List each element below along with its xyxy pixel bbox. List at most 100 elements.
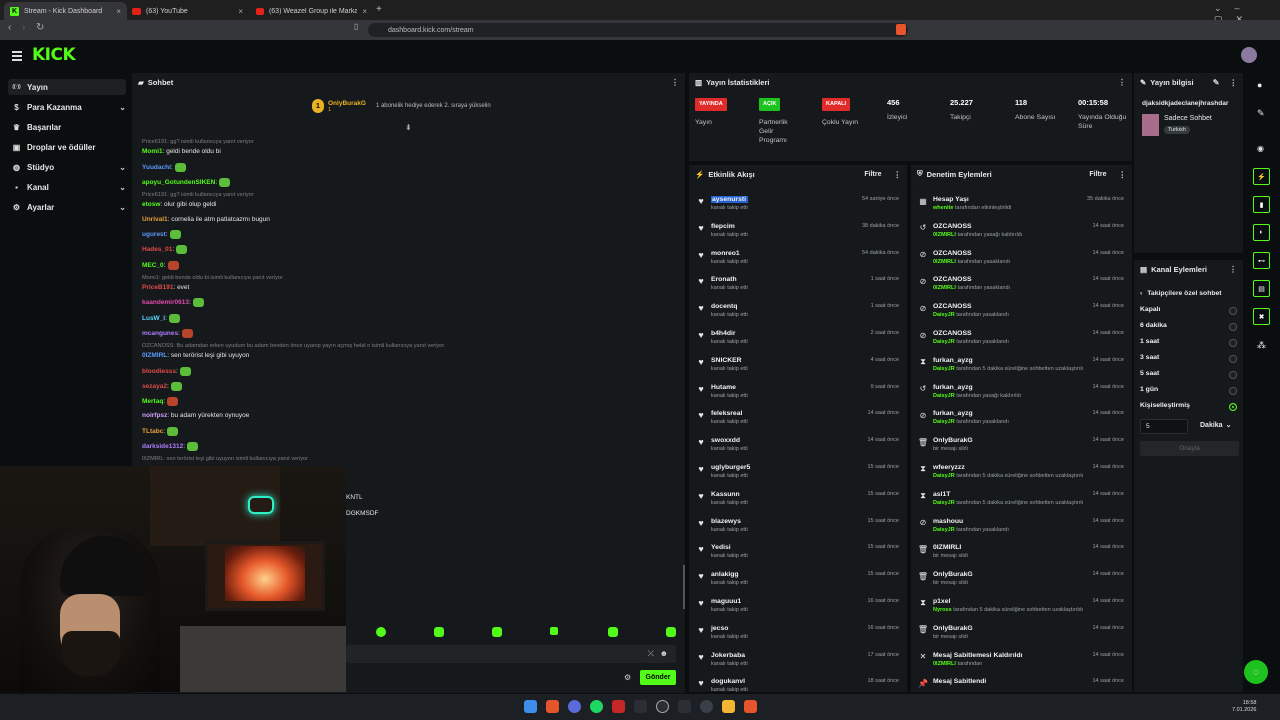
activity-row[interactable]: ♥ Kassunn kanalı takip etti 15 saat önce [693, 485, 905, 511]
activity-row[interactable]: ♥ blazewys kanalı takip etti 15 saat önce [693, 512, 905, 538]
browser-tab-youtube-2[interactable]: (63) Weazel Group ile Markanızı Zirve × [250, 2, 373, 20]
confirm-button[interactable]: Onayla [1140, 441, 1239, 456]
back-icon[interactable]: ‹ [8, 22, 11, 33]
emote-icon[interactable] [666, 627, 676, 637]
sidebar-item-6[interactable]: ⚙ Ayarlar ⌄ [8, 199, 126, 215]
reload-icon[interactable]: ↻ [36, 22, 44, 33]
brave-window-icon[interactable] [744, 700, 757, 713]
followers-option-radio[interactable] [1229, 355, 1237, 363]
more-icon[interactable]: ⋮ [1119, 170, 1127, 179]
chat-username[interactable]: Hades_01 [142, 246, 172, 253]
moderation-row[interactable]: ▦ Hesap Yaşı whenite tarafından etkinleşti… [915, 190, 1130, 216]
rail-card-icon[interactable]: ▤ [1253, 280, 1270, 297]
moderation-row[interactable]: ⊘ furkan_ayzg DaisyJR tarafından yasakland… [915, 404, 1130, 430]
moderation-row[interactable]: 🗑 OnlyBurakG bir mesajı sildi 14 saat önce [915, 565, 1130, 591]
info-icon[interactable]: ● [1257, 80, 1262, 90]
close-tab-icon[interactable]: × [362, 7, 367, 16]
activity-username[interactable]: Hutame [711, 384, 748, 391]
mention-icon[interactable]: ⤫ [648, 649, 654, 659]
moderation-target[interactable]: furkan_ayzg [933, 384, 1021, 391]
apps-icon[interactable]: ⁂ [1257, 340, 1266, 351]
moderation-target[interactable]: wfeeryzzz [933, 464, 1083, 471]
activity-username[interactable]: dogukanvl [711, 678, 748, 685]
chat-username[interactable]: bloodiesss [142, 368, 176, 375]
settings-app-icon[interactable] [678, 700, 691, 713]
close-tab-icon[interactable]: × [238, 7, 243, 16]
activity-username[interactable]: maguuu1 [711, 598, 748, 605]
followers-option-radio[interactable] [1229, 339, 1237, 347]
unit-select[interactable]: Dakika ⌄ [1200, 421, 1231, 430]
moderation-row[interactable]: ⊘ OZCANOSS DaisyJR tarafından yasaklandı 14… [915, 324, 1130, 350]
moderation-target[interactable]: OnlyBurakG [933, 571, 973, 578]
send-button[interactable]: Gönder [640, 670, 676, 685]
activity-username[interactable]: b4h4dir [711, 330, 748, 337]
more-icon[interactable]: ⋮ [1229, 265, 1237, 274]
chat-username[interactable]: darkside1312 [142, 443, 183, 450]
moderation-target[interactable]: asl1T [933, 491, 1083, 498]
followers-option-radio[interactable] [1229, 307, 1237, 315]
new-tab-icon[interactable]: + [376, 4, 382, 15]
chat-username[interactable]: apoyu_GotundenSIKEN [142, 179, 215, 186]
close-tab-icon[interactable]: × [116, 7, 121, 16]
brave-app-icon[interactable] [546, 700, 559, 713]
moderation-target[interactable]: OZCANOSS [933, 250, 1010, 257]
play-app-icon[interactable] [634, 700, 647, 713]
pencil-icon[interactable]: ✎ [1257, 108, 1265, 119]
activity-username[interactable]: Yedisi [711, 544, 748, 551]
activity-row[interactable]: ♥ docentq kanalı takip etti 1 saat önce [693, 297, 905, 323]
moderation-row[interactable]: 🗑 OnlyBurakG bir mesajı sildi 14 saat önce [915, 619, 1130, 645]
activity-row[interactable]: ♥ dogukanvl kanalı takip etti 18 saat önce [693, 672, 905, 698]
activity-row[interactable]: ♥ feleksreal kanalı takip etti 14 saat önce [693, 404, 905, 430]
moderation-target[interactable]: Mesaj Sabitlemesi Kaldırıldı [933, 652, 1023, 659]
moderation-row[interactable]: ⊘ OZCANOSS DaisyJR tarafından yasaklandı 14… [915, 297, 1130, 323]
system-clock[interactable]: 18:58 7.01.2026 [1232, 700, 1256, 714]
moderation-target[interactable]: OZCANOSS [933, 223, 1022, 230]
kick-logo[interactable]: KICK [32, 45, 76, 65]
record-icon[interactable]: ◉ [1257, 144, 1264, 153]
moderation-row[interactable]: 📌 Mesaj Sabitlendi 14 saat önce [915, 672, 1130, 698]
activity-username[interactable]: jecso [711, 625, 748, 632]
emote-icon[interactable] [550, 627, 558, 635]
activity-row[interactable]: ♥ jecso kanalı takip etti 16 saat önce [693, 619, 905, 645]
activity-username[interactable]: Jokerbaba [711, 652, 748, 659]
chat-username[interactable]: Unrival1 [142, 216, 168, 223]
moderation-row[interactable]: ⊘ mashouu DaisyJR tarafından yasaklandı 14 … [915, 512, 1130, 538]
bookmark-icon[interactable]: ▯ [354, 22, 358, 31]
emote-icon[interactable] [376, 627, 386, 637]
followers-option-radio[interactable] [1229, 371, 1237, 379]
moderation-target[interactable]: Hesap Yaşı [933, 196, 1011, 203]
more-icon[interactable]: ⋮ [894, 170, 902, 179]
moderation-filter-button[interactable]: Filtre [1089, 171, 1106, 178]
moderation-row[interactable]: ⊘ OZCANOSS 0IZMIRLI tarafından yasaklandı 1… [915, 244, 1130, 270]
moderation-target[interactable]: 0IZMIRLI [933, 544, 968, 551]
avatar[interactable] [1241, 47, 1257, 63]
chat-username[interactable]: TLtabc [142, 428, 163, 435]
sidebar-item-2[interactable]: ♛ Başarılar [8, 119, 126, 135]
chat-input[interactable]: ⤫ ☻ [346, 645, 676, 663]
activity-row[interactable]: ♥ anlakigg kanalı takip etti 15 saat önce [693, 565, 905, 591]
moderation-target[interactable]: furkan_ayzg [933, 357, 1083, 364]
moderation-target[interactable]: mashouu [933, 518, 1009, 525]
activity-username[interactable]: Kassunn [711, 491, 748, 498]
rail-bolt-icon[interactable]: ⚡ [1253, 168, 1270, 185]
activity-row[interactable]: ♥ Yedisi kanalı takip etti 15 saat önce [693, 538, 905, 564]
moderation-row[interactable]: ⧗ asl1T DaisyJR tarafından 5 dakika süreli… [915, 485, 1130, 511]
chat-username[interactable]: mcangunes [142, 330, 178, 337]
activity-row[interactable]: ♥ aysenursti kanalı takip etti 54 saniye ön… [693, 190, 905, 216]
moderation-target[interactable]: OZCANOSS [933, 276, 1010, 283]
moderation-row[interactable]: ⊘ OZCANOSS 0IZMIRLI tarafından yasaklandı 1… [915, 270, 1130, 296]
url-field[interactable]: dashboard.kick.com/stream [368, 23, 908, 37]
chat-username[interactable]: ugurest [142, 231, 166, 238]
chat-username[interactable]: MEC_0 [142, 262, 164, 269]
moderation-row[interactable]: ⧗ wfeeryzzz DaisyJR tarafından 5 dakika sü… [915, 458, 1130, 484]
brave-shield-icon[interactable] [896, 24, 906, 35]
moderation-target[interactable]: OZCANOSS [933, 330, 1009, 337]
emote-icon[interactable] [608, 627, 618, 637]
moderation-row[interactable]: ⧗ furkan_ayzg DaisyJR tarafından 5 dakika … [915, 351, 1130, 377]
followers-option-radio[interactable] [1229, 403, 1237, 411]
activity-row[interactable]: ♥ Hutame kanalı takip etti 9 saat önce [693, 378, 905, 404]
followers-option-radio[interactable] [1229, 387, 1237, 395]
moderation-row[interactable]: ✕ Mesaj Sabitlemesi Kaldırıldı 0IZMIRLI ta… [915, 646, 1130, 672]
activity-row[interactable]: ♥ SNICKER kanalı takip etti 4 saat önce [693, 351, 905, 377]
windows-start-icon[interactable] [524, 700, 537, 713]
